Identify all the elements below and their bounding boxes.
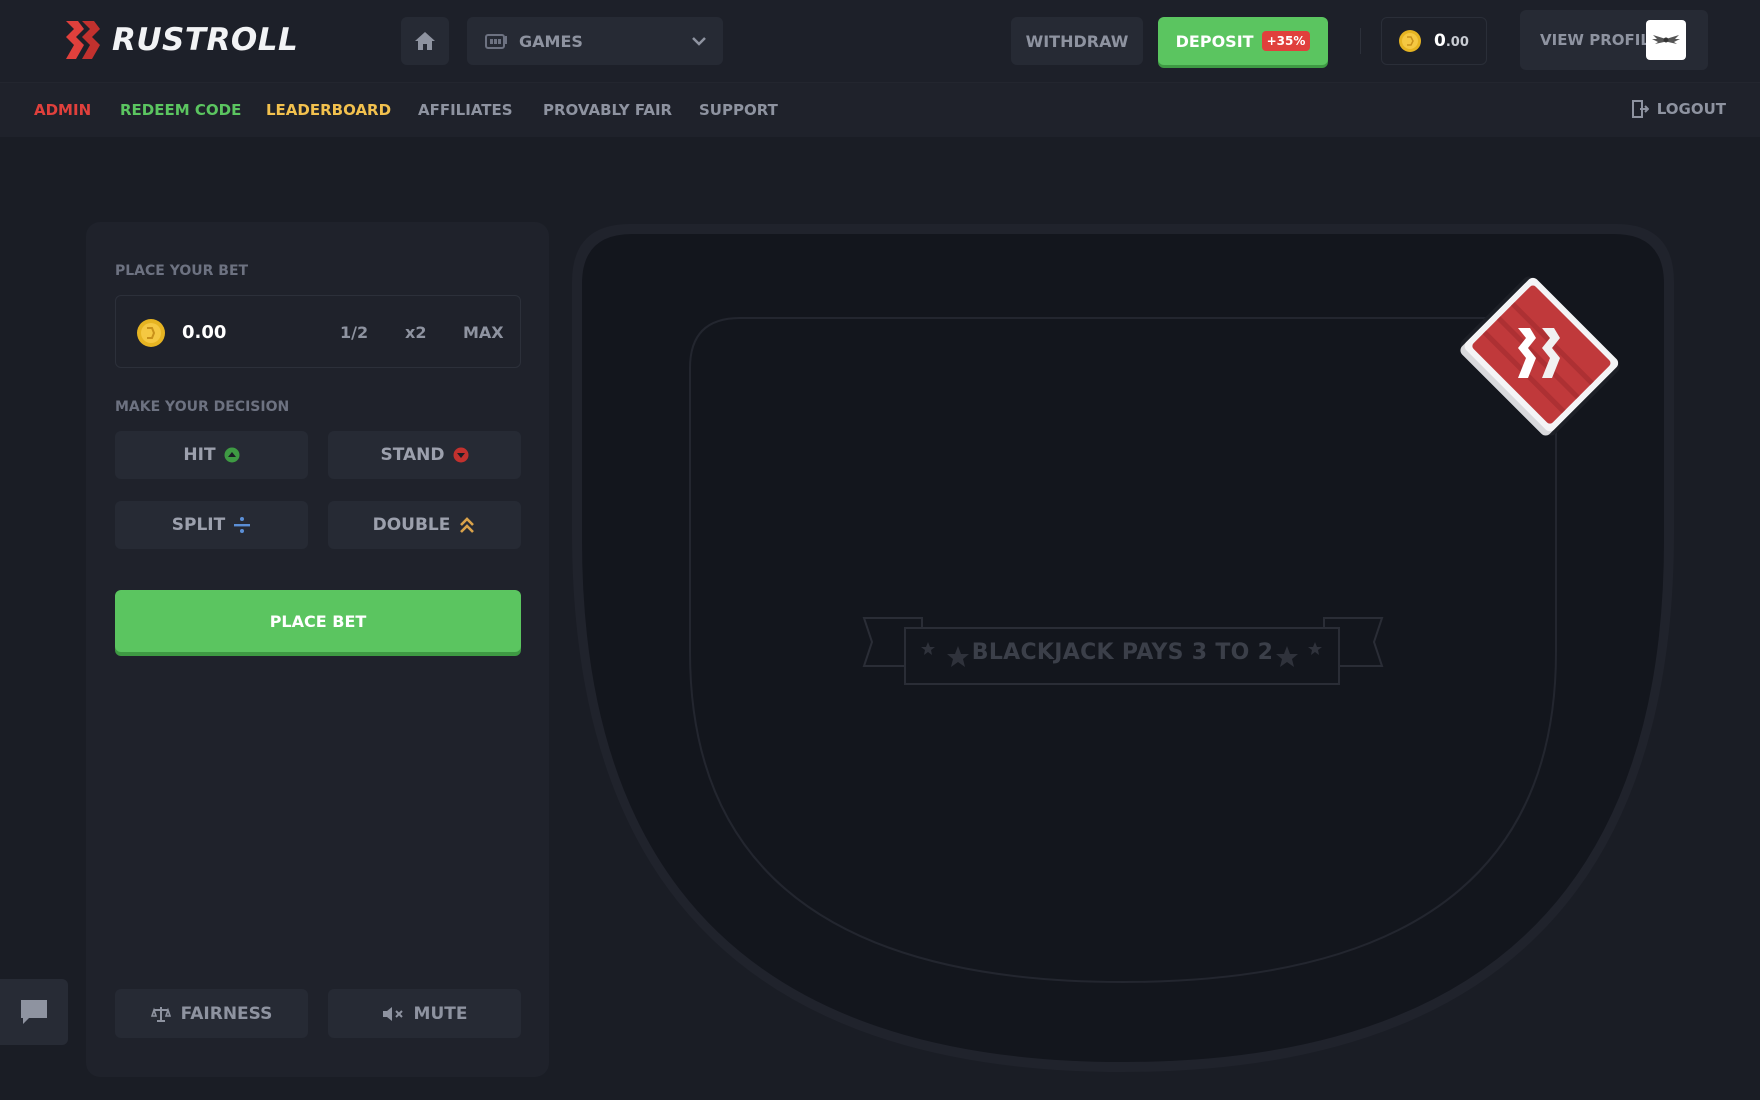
stand-icon	[453, 447, 468, 463]
logout-label: LOGOUT	[1656, 100, 1726, 118]
coin-icon	[137, 319, 165, 347]
hit-icon	[224, 447, 240, 463]
nav-item-admin[interactable]: ADMIN	[34, 101, 91, 119]
avatar	[1646, 20, 1686, 60]
slot-machine-icon	[485, 34, 507, 49]
double-chevron-up-icon	[460, 517, 475, 533]
mute-button[interactable]: MUTE	[328, 989, 521, 1038]
card-back	[1472, 285, 1611, 424]
max-bet-button[interactable]: MAX	[463, 323, 504, 342]
chat-button[interactable]	[0, 979, 68, 1045]
card-deck	[1460, 276, 1620, 436]
top-bar: RUSTROLL GAMES WITHDRAW DEPOSIT +35% 0.0…	[0, 0, 1760, 83]
place-bet-heading: PLACE YOUR BET	[115, 263, 249, 279]
nav-item-affiliates[interactable]: AFFILIATES	[418, 101, 513, 119]
place-bet-button[interactable]: PLACE BET	[115, 590, 521, 652]
rustroll-logo-icon	[66, 21, 100, 59]
nav-item-leaderboard[interactable]: LEADERBOARD	[266, 101, 391, 119]
withdraw-button[interactable]: WITHDRAW	[1011, 17, 1143, 65]
balance-decimal: .00	[1445, 35, 1469, 50]
bet-amount-value: 0.00	[182, 322, 227, 343]
view-profile-button[interactable]: VIEW PROFILE	[1520, 10, 1708, 70]
decision-heading: MAKE YOUR DECISION	[115, 399, 290, 415]
split-icon	[234, 517, 251, 533]
double-bet-button[interactable]: x2	[405, 323, 426, 342]
chevron-down-icon	[692, 37, 706, 46]
half-bet-button[interactable]: 1/2	[340, 323, 368, 342]
nav-item-provably-fair[interactable]: PROVABLY FAIR	[543, 101, 672, 119]
balance-integer: 0	[1434, 31, 1446, 51]
double-label: DOUBLE	[372, 515, 451, 535]
fairness-label: FAIRNESS	[180, 1003, 273, 1024]
mute-icon	[382, 1006, 403, 1021]
double-button[interactable]: DOUBLE	[328, 501, 521, 549]
split-button[interactable]: SPLIT	[115, 501, 308, 549]
deposit-bonus-badge: +35%	[1261, 31, 1311, 51]
logout-icon	[1631, 100, 1649, 118]
nav-item-redeem-code[interactable]: REDEEM CODE	[120, 101, 241, 119]
fairness-button[interactable]: FAIRNESS	[115, 989, 308, 1038]
table-banner-text: BLACKJACK PAYS 3 TO 2	[971, 640, 1274, 665]
scale-icon	[150, 1006, 171, 1022]
split-label: SPLIT	[171, 515, 226, 535]
deposit-label: DEPOSIT	[1175, 31, 1254, 51]
home-icon	[415, 32, 435, 50]
rustroll-logo[interactable]: RUSTROLL	[62, 16, 298, 64]
logout-button[interactable]: LOGOUT	[1631, 100, 1726, 118]
games-dropdown[interactable]: GAMES	[467, 17, 723, 65]
mute-label: MUTE	[413, 1003, 468, 1024]
nav-item-support[interactable]: SUPPORT	[699, 101, 778, 119]
avatar-wings-icon	[1652, 35, 1680, 44]
bet-amount-input[interactable]: 0.00 1/2 x2 MAX	[115, 295, 521, 368]
hit-button[interactable]: HIT	[115, 431, 308, 479]
coin-icon	[1399, 30, 1421, 52]
balance-value: 0.00	[1434, 31, 1469, 51]
home-button[interactable]	[401, 17, 449, 65]
stand-label: STAND	[380, 445, 445, 465]
header-divider	[1360, 28, 1361, 54]
games-label: GAMES	[519, 31, 583, 51]
deposit-button[interactable]: DEPOSIT +35%	[1158, 17, 1328, 65]
chat-icon	[21, 1000, 47, 1024]
balance-display: 0.00	[1381, 17, 1487, 65]
stand-button[interactable]: STAND	[328, 431, 521, 479]
hit-label: HIT	[183, 445, 216, 465]
brand-name: RUSTROLL	[112, 22, 299, 58]
view-profile-label: VIEW PROFILE	[1540, 31, 1661, 49]
secondary-nav: ADMIN REDEEM CODE LEADERBOARD AFFILIATES…	[0, 83, 1760, 137]
